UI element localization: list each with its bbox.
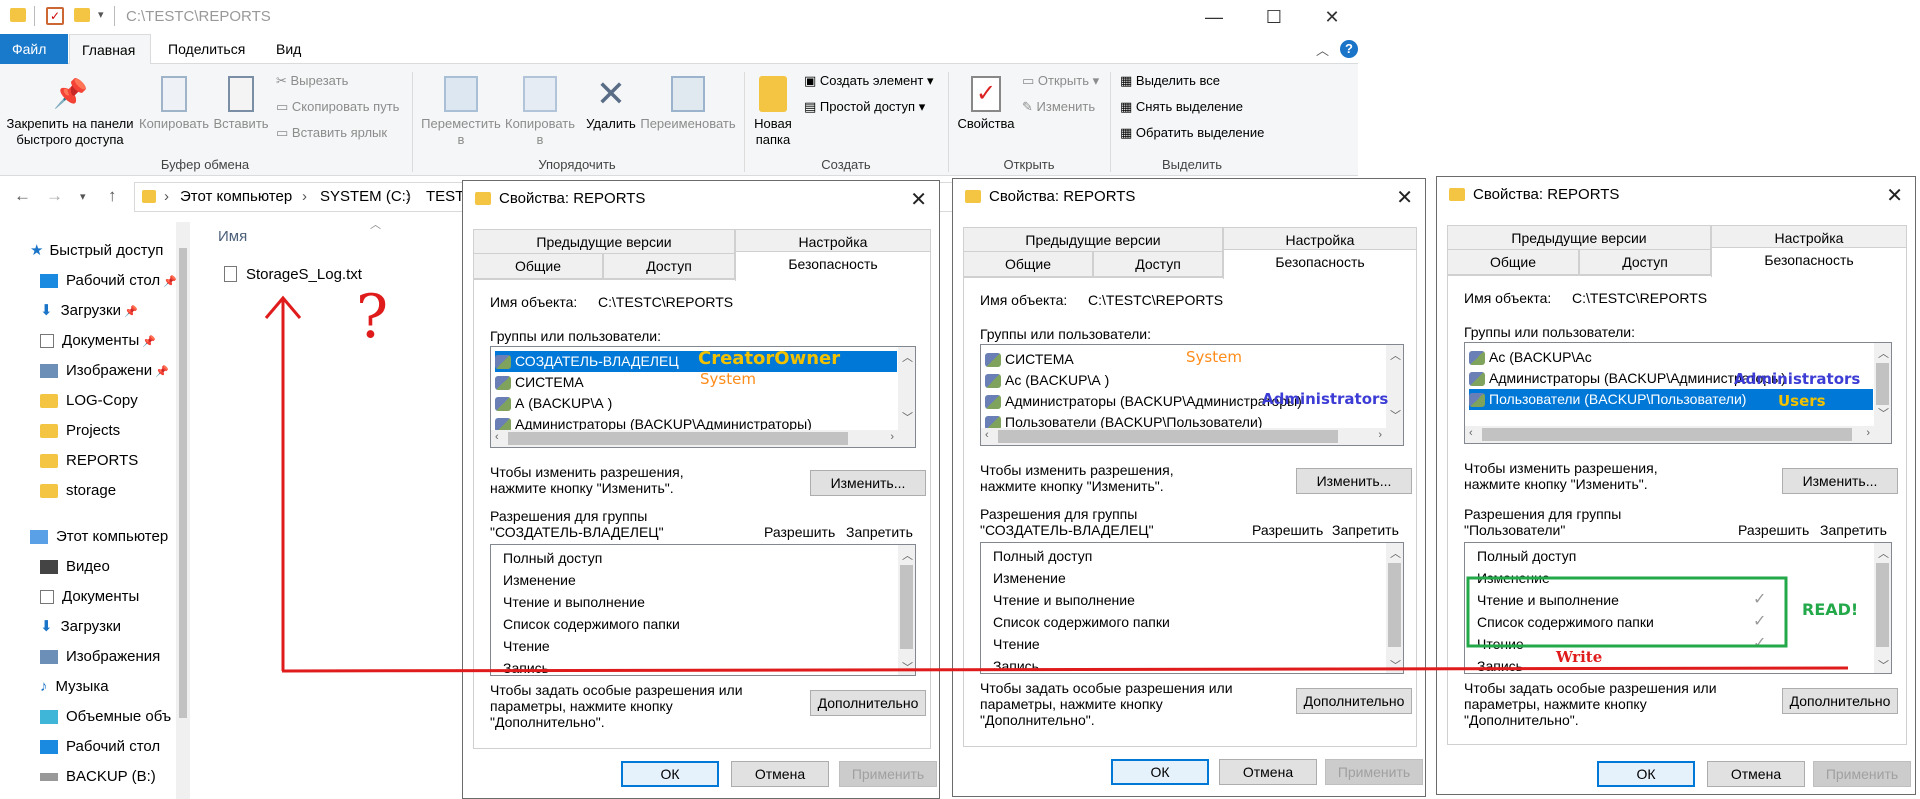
tab-security[interactable]: Безопасность [1223,249,1417,279]
annotation-system-1: System [700,370,756,388]
tab-security[interactable]: Безопасность [1711,247,1907,277]
annotation-creator-owner: CreatorOwner [698,348,841,369]
red-arrow [264,295,1849,673]
annotation-write: Write [1556,648,1603,666]
arrow-shaft-horizontal [281,666,1849,673]
annotation-administrators-3: Administrators [1734,370,1861,388]
annotation-system-2: System [1186,348,1242,366]
annotation-administrators-2: Administrators [1262,390,1389,408]
read-permissions-highlight [1466,576,1788,648]
annotation-read: READ! [1802,600,1859,619]
annotation-overlay [264,295,1849,673]
question-mark-annotation: ? [356,282,389,352]
annotation-users: Users [1778,392,1826,410]
tab-security[interactable]: Безопасность [735,251,931,281]
